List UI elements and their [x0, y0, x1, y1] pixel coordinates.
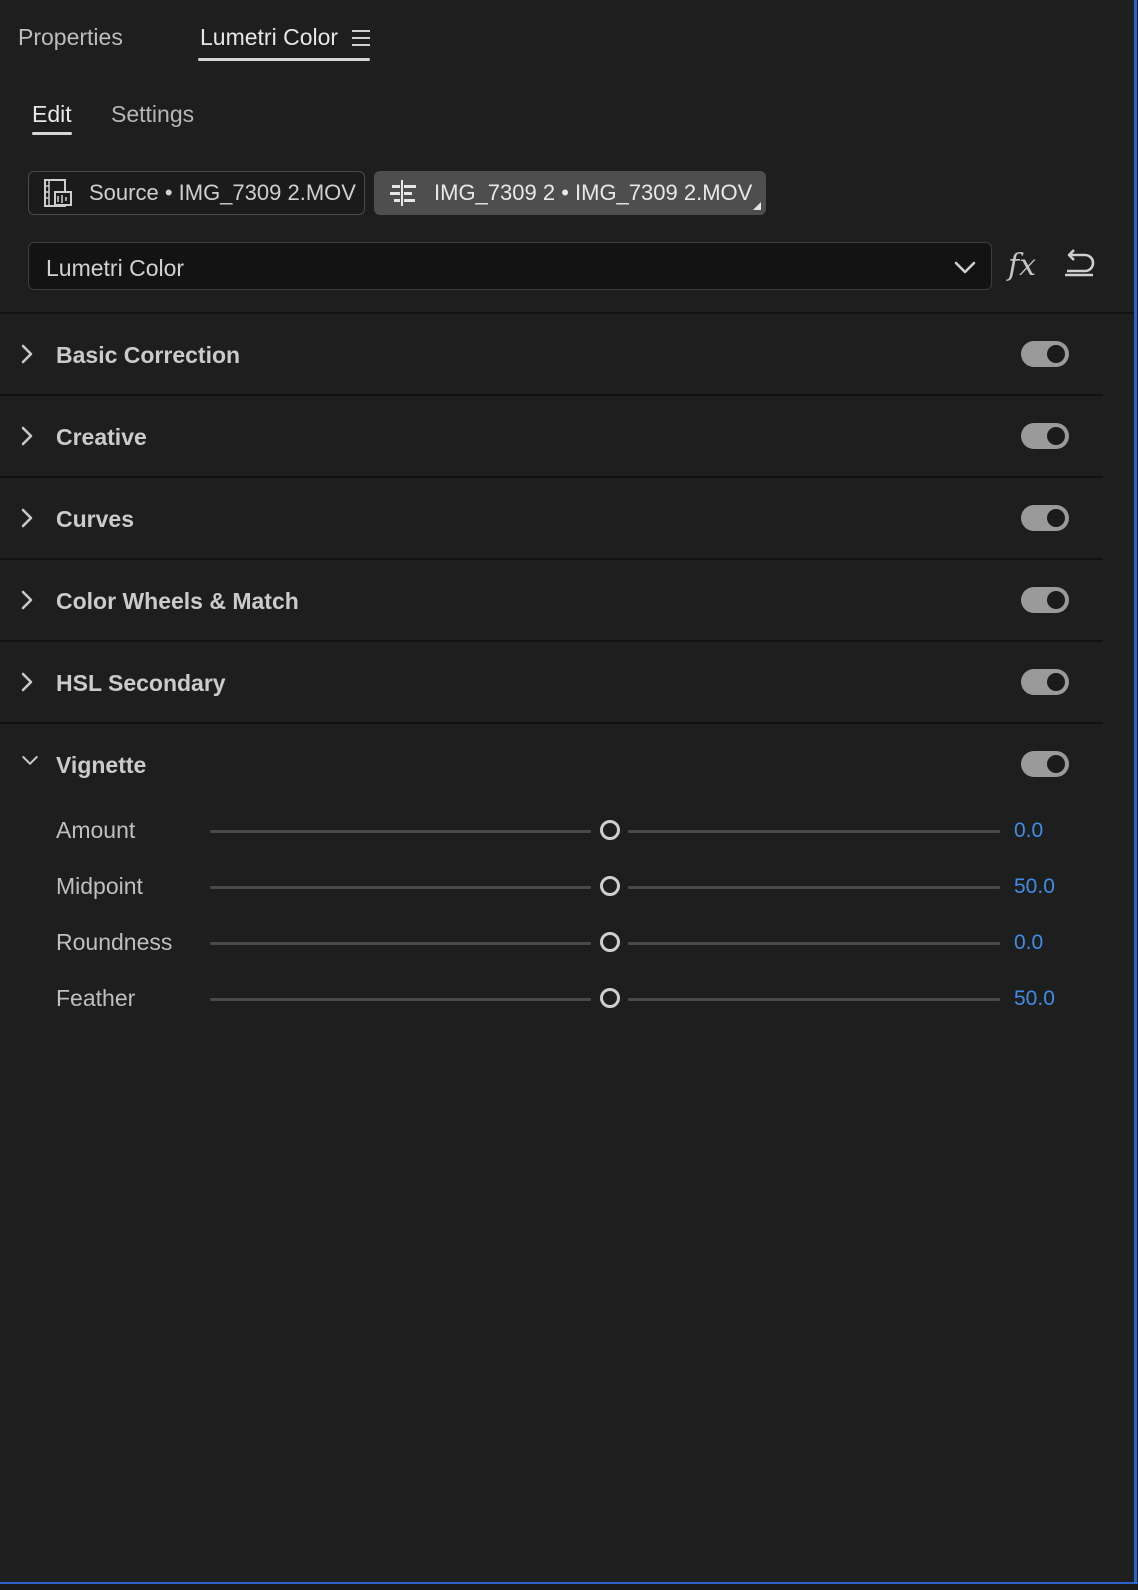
param-label: Midpoint [56, 873, 143, 899]
effect-dropdown[interactable]: Lumetri Color [28, 242, 992, 290]
effect-dropdown-value: Lumetri Color [46, 255, 185, 281]
section-title: Creative [56, 424, 147, 450]
active-tab-indicator [198, 58, 370, 61]
section-title: HSL Secondary [56, 670, 226, 696]
tab-settings[interactable]: Settings [111, 101, 194, 128]
slider-track[interactable] [210, 942, 591, 945]
chevron-right-icon [21, 672, 33, 692]
param-amount: Amount 0.0 [0, 811, 1103, 851]
slider-track[interactable] [628, 830, 1000, 833]
slider-thumb[interactable] [600, 876, 620, 896]
panel-focus-border-right [1134, 0, 1137, 1590]
chevron-right-icon [21, 508, 33, 528]
section-title: Curves [56, 506, 134, 532]
section-title: Basic Correction [56, 342, 241, 368]
section-enable-toggle[interactable] [1021, 505, 1069, 531]
param-roundness: Roundness 0.0 [0, 923, 1103, 963]
param-value[interactable]: 50.0 [1014, 875, 1055, 899]
chevron-right-icon [21, 426, 33, 446]
slider-track[interactable] [210, 998, 591, 1001]
tab-properties[interactable]: Properties [18, 24, 123, 51]
fx-icon[interactable]: fx [1008, 248, 1036, 283]
param-label: Feather [56, 985, 136, 1011]
section-title: Vignette [56, 752, 147, 778]
section-title: Color Wheels & Match [56, 588, 299, 614]
lumetri-color-panel: Properties Lumetri Color Edit Settings S… [0, 0, 1134, 1582]
slider-track[interactable] [628, 942, 1000, 945]
slider-thumb[interactable] [600, 988, 620, 1008]
param-label: Amount [56, 817, 136, 843]
param-value[interactable]: 0.0 [1014, 819, 1043, 843]
section-enable-toggle[interactable] [1021, 751, 1069, 777]
section-enable-toggle[interactable] [1021, 669, 1069, 695]
sequence-clip-button[interactable]: IMG_7309 2 • IMG_7309 2.MOV [374, 171, 766, 215]
active-subtab-indicator [32, 132, 72, 135]
chevron-down-icon [954, 261, 976, 274]
source-clip-label: Source • IMG_7309 2.MOV [89, 180, 356, 205]
param-value[interactable]: 50.0 [1014, 987, 1055, 1011]
tab-edit[interactable]: Edit [32, 101, 72, 128]
source-clip-button[interactable]: Source • IMG_7309 2.MOV [28, 171, 365, 215]
slider-thumb[interactable] [600, 820, 620, 840]
panel-bottom-gutter [0, 1584, 1138, 1590]
slider-thumb[interactable] [600, 932, 620, 952]
tab-lumetri-color[interactable]: Lumetri Color [200, 24, 338, 51]
slider-track[interactable] [628, 886, 1000, 889]
param-label: Roundness [56, 929, 173, 955]
section-enable-toggle[interactable] [1021, 587, 1069, 613]
section-curves[interactable]: Curves [0, 478, 1103, 560]
slider-track[interactable] [210, 886, 591, 889]
reset-icon[interactable] [1061, 247, 1097, 279]
panel-menu-icon[interactable] [352, 30, 370, 46]
slider-track[interactable] [210, 830, 591, 833]
section-color-wheels-match[interactable]: Color Wheels & Match [0, 560, 1103, 642]
slider-track[interactable] [628, 998, 1000, 1001]
chevron-down-icon [22, 756, 38, 765]
chevron-right-icon [21, 590, 33, 610]
section-enable-toggle[interactable] [1021, 423, 1069, 449]
section-creative[interactable]: Creative [0, 396, 1103, 478]
param-value[interactable]: 0.0 [1014, 931, 1043, 955]
dropdown-corner-icon [753, 202, 761, 210]
section-enable-toggle[interactable] [1021, 341, 1069, 367]
section-vignette[interactable]: Vignette [0, 724, 1103, 784]
chevron-right-icon [21, 344, 33, 364]
param-midpoint: Midpoint 50.0 [0, 867, 1103, 907]
section-hsl-secondary[interactable]: HSL Secondary [0, 642, 1103, 724]
source-clip-icon [44, 179, 72, 207]
section-basic-correction[interactable]: Basic Correction [0, 314, 1103, 396]
sequence-clip-icon [390, 180, 416, 206]
param-feather: Feather 50.0 [0, 979, 1103, 1019]
sequence-clip-label: IMG_7309 2 • IMG_7309 2.MOV [434, 180, 753, 205]
